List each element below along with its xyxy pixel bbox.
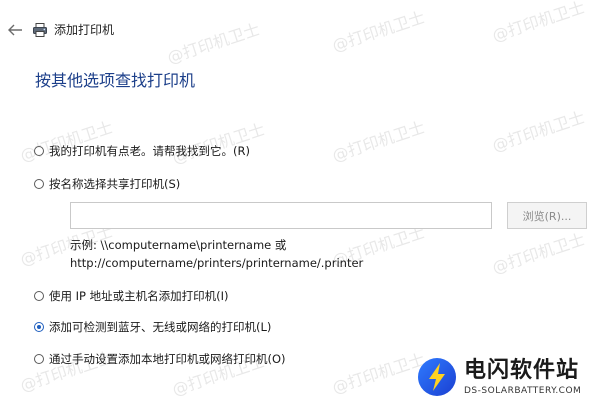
example-text-line1: 示例: \\computername\printername 或 xyxy=(70,238,287,252)
watermark-text: @打印机卫士 xyxy=(329,117,428,166)
radio-button-selected[interactable] xyxy=(34,322,44,332)
option-shared-printer-by-name[interactable]: 按名称选择共享打印机(S) xyxy=(34,176,180,192)
page-heading: 按其他选项查找打印机 xyxy=(35,71,196,90)
watermark-text: @打印机卫士 xyxy=(489,229,588,278)
example-text-line2: http://computername/printers/printername… xyxy=(70,256,364,270)
option-old-printer[interactable]: 我的打印机有点老。请帮我找到它。(R) xyxy=(34,143,250,159)
watermark-text: @打印机卫士 xyxy=(489,107,588,156)
printer-icon xyxy=(33,23,47,37)
window-title: 添加打印机 xyxy=(54,23,115,37)
option-label: 添加可检测到蓝牙、无线或网络的打印机(L) xyxy=(49,320,272,334)
option-ip-or-hostname[interactable]: 使用 IP 地址或主机名添加打印机(I) xyxy=(34,288,229,304)
shared-printer-name-input[interactable] xyxy=(70,202,492,229)
watermark-text: @打印机卫士 xyxy=(169,119,268,168)
option-label: 使用 IP 地址或主机名添加打印机(I) xyxy=(49,289,229,303)
watermark-text: @打印机卫士 xyxy=(329,349,428,398)
site-logo-icon xyxy=(418,358,456,396)
watermark-text: @打印机卫士 xyxy=(489,0,588,46)
option-label: 通过手动设置添加本地打印机或网络打印机(O) xyxy=(49,352,286,366)
radio-button[interactable] xyxy=(34,179,44,189)
browse-button[interactable]: 浏览(R)... xyxy=(507,202,587,229)
site-logo-name: 电闪软件站 xyxy=(464,358,580,383)
radio-button[interactable] xyxy=(34,146,44,156)
option-label: 按名称选择共享打印机(S) xyxy=(49,177,181,191)
radio-button[interactable] xyxy=(34,291,44,301)
back-arrow-icon[interactable] xyxy=(6,22,24,38)
site-logo-url: DS-SOLARBATTERY.COM xyxy=(464,386,582,396)
radio-button[interactable] xyxy=(34,354,44,364)
option-bluetooth-wireless-network[interactable]: 添加可检测到蓝牙、无线或网络的打印机(L) xyxy=(34,319,271,335)
option-local-or-network-manual[interactable]: 通过手动设置添加本地打印机或网络打印机(O) xyxy=(34,351,286,367)
watermark-text: @打印机卫士 xyxy=(164,19,263,68)
option-label: 我的打印机有点老。请帮我找到它。(R) xyxy=(49,144,250,158)
watermark-text: @打印机卫士 xyxy=(329,7,428,56)
